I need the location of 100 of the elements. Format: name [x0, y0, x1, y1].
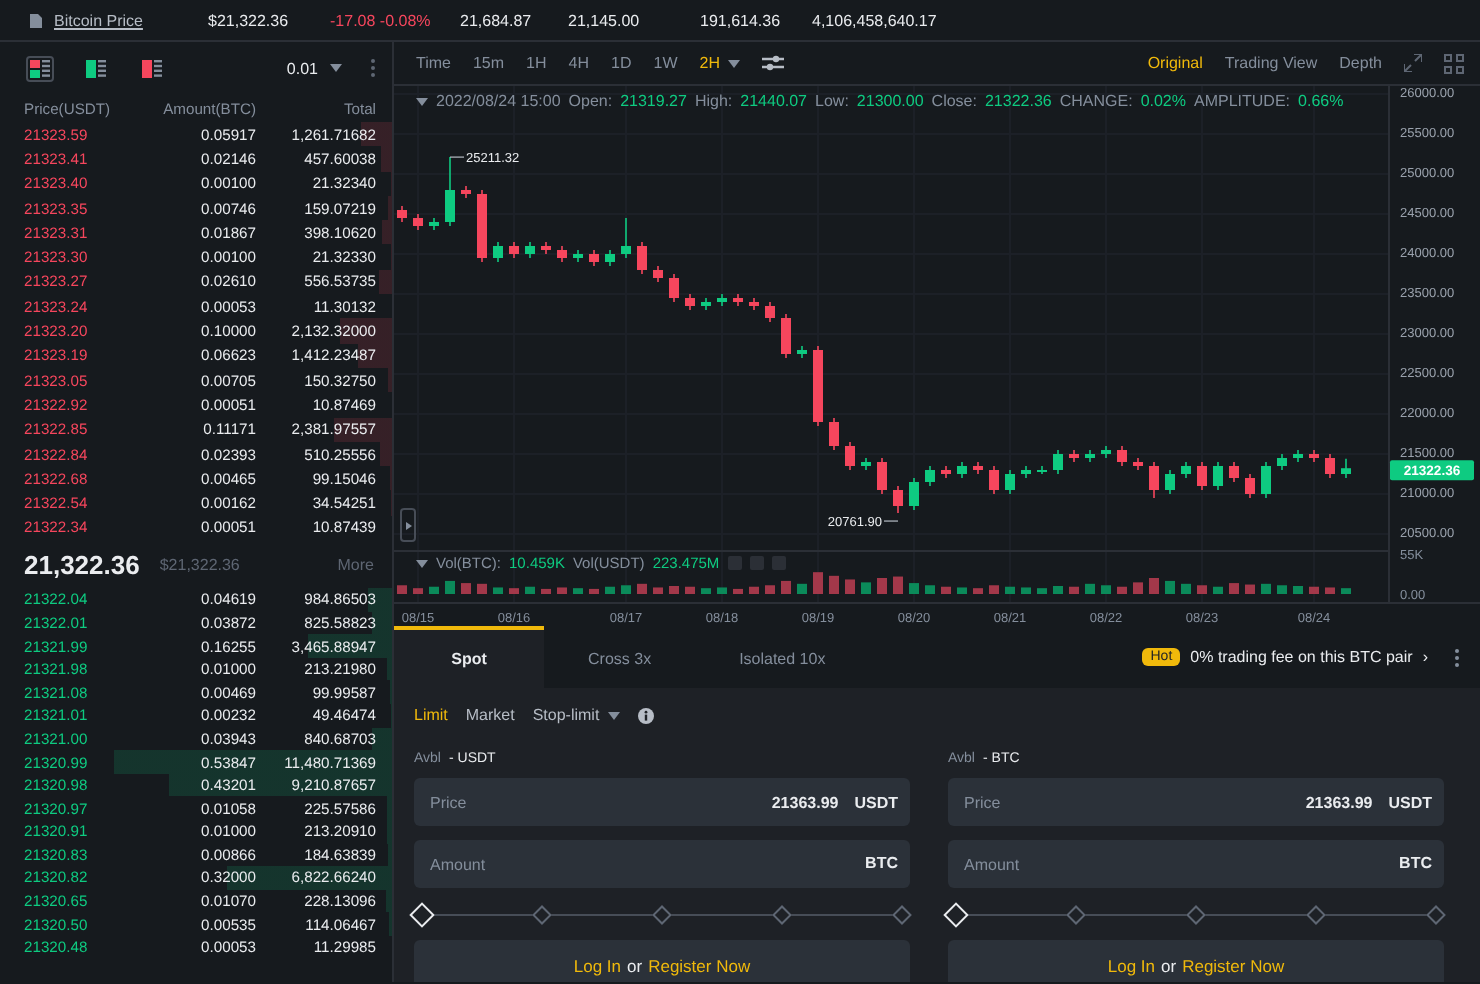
info-icon[interactable] [637, 707, 654, 723]
volume-bar [653, 587, 663, 594]
slider-thumb[interactable] [409, 901, 435, 927]
amount-slider[interactable] [414, 902, 910, 926]
interval-tab[interactable]: 4H [568, 54, 590, 72]
book-layout-button[interactable] [138, 55, 166, 81]
volume-bar [829, 575, 839, 594]
candlestick [1101, 445, 1111, 459]
volume-bar [509, 588, 519, 594]
ohlc-value: 21440.07 [740, 92, 808, 110]
collapse-icon [416, 559, 428, 567]
register-link[interactable]: Register Now [648, 956, 751, 976]
candlestick [1021, 465, 1031, 479]
ohlc-label: AMPLITUDE: [1194, 92, 1291, 110]
candlestick [797, 345, 807, 359]
volume-bar [1021, 587, 1031, 594]
volume-bar [1069, 586, 1079, 594]
login-link[interactable]: Log In [573, 956, 622, 976]
volume-bar [493, 587, 503, 594]
promo-link[interactable]: 0% trading fee on this BTC pair [1190, 648, 1413, 666]
login-button[interactable]: Log In or Register Now [948, 940, 1444, 982]
ohlc-date: 2022/08/24 15:00 [436, 92, 561, 110]
interval-tab[interactable]: 1H [526, 54, 547, 72]
trade-tab[interactable]: Isolated 10x [695, 626, 870, 688]
candlestick [557, 245, 567, 263]
slider-tick [532, 905, 552, 925]
tick-size-select[interactable]: 0.01 [286, 59, 342, 77]
market-stat: 191,614.36 [700, 11, 783, 29]
slider-tick [892, 905, 912, 925]
chart-view-tab[interactable]: Depth [1339, 54, 1382, 72]
volume-bar [445, 580, 455, 594]
last-price-usd: $21,322.36 [159, 556, 242, 575]
volume-bar [1261, 583, 1271, 594]
expand-icon[interactable] [1404, 54, 1422, 72]
price-field[interactable]: Price 21363.99 USDT [414, 778, 910, 826]
interval-tab[interactable]: 15m [472, 54, 505, 72]
candlestick [621, 217, 631, 259]
market-stat: 21,145.00 [568, 11, 642, 29]
volume-bar [781, 580, 791, 594]
trade-tab[interactable]: Spot [394, 626, 544, 688]
order-type-tab[interactable]: Market [465, 706, 515, 724]
volume-bar [733, 588, 743, 594]
book-layout-button[interactable] [26, 55, 54, 81]
candlestick [541, 241, 551, 255]
interval-tab[interactable]: 1W [653, 54, 678, 72]
candlestick [445, 156, 455, 227]
candlestick [1165, 469, 1175, 495]
slider-tick [1186, 905, 1206, 925]
grid-icon[interactable] [1444, 53, 1464, 73]
more-icon[interactable] [370, 58, 376, 78]
register-link[interactable]: Register Now [1182, 956, 1285, 976]
candlestick [509, 241, 519, 259]
price-field[interactable]: Price 21363.99 USDT [948, 778, 1444, 826]
candlestick [1261, 461, 1271, 499]
volume-bar [1213, 586, 1223, 594]
candlestick [413, 213, 423, 231]
candlestick [1197, 461, 1207, 491]
interval-tab[interactable]: 2H [699, 54, 740, 72]
more-icon[interactable] [1454, 647, 1460, 667]
volume-bar [669, 586, 679, 594]
volume-bar [1085, 583, 1095, 594]
candlestick [429, 217, 439, 231]
slider-thumb[interactable] [943, 901, 969, 927]
sidebar-handle[interactable] [400, 508, 416, 542]
candlestick [1341, 458, 1351, 479]
volume-bar [1149, 578, 1159, 594]
volume-bar [429, 586, 439, 594]
chart-view-tab[interactable]: Original [1147, 54, 1203, 72]
login-link[interactable]: Log In [1107, 956, 1156, 976]
volume-bar [1181, 583, 1191, 594]
candlestick [909, 477, 919, 511]
candlestick [781, 313, 791, 359]
ohlc-value: 0.66% [1298, 92, 1344, 110]
candlestick [813, 345, 823, 427]
login-button[interactable]: Log In or Register Now [414, 940, 910, 982]
interval-tab[interactable]: Time [416, 54, 451, 72]
interval-tab[interactable]: 1D [611, 54, 632, 72]
amount-slider[interactable] [948, 902, 1444, 926]
volume-bar [1341, 588, 1351, 594]
caret-icon [330, 64, 342, 72]
trade-tab[interactable]: Cross 3x [544, 626, 696, 688]
candlestick [685, 293, 695, 311]
volume-bar [1005, 586, 1015, 594]
market-stat: -17.08 -0.08% [330, 11, 433, 29]
candlestick [1037, 465, 1047, 475]
settings-icon[interactable] [761, 54, 784, 72]
slider-tick [652, 905, 672, 925]
order-type-tab[interactable]: Stop-limit [532, 706, 620, 724]
book-layout-button[interactable] [82, 55, 110, 81]
candlestick [461, 185, 471, 199]
bitcoin-price-link[interactable]: Bitcoin Price [54, 11, 208, 29]
volume-bar [1277, 585, 1287, 594]
volume-bar [941, 586, 951, 594]
order-type-tab[interactable]: Limit [414, 706, 448, 724]
volume-bar [909, 583, 919, 594]
volume-bar [413, 588, 423, 594]
candlestick [669, 273, 679, 303]
chart-view-tab[interactable]: Trading View [1224, 54, 1318, 72]
volume-bar [1309, 586, 1319, 594]
candlestick [1133, 457, 1143, 471]
